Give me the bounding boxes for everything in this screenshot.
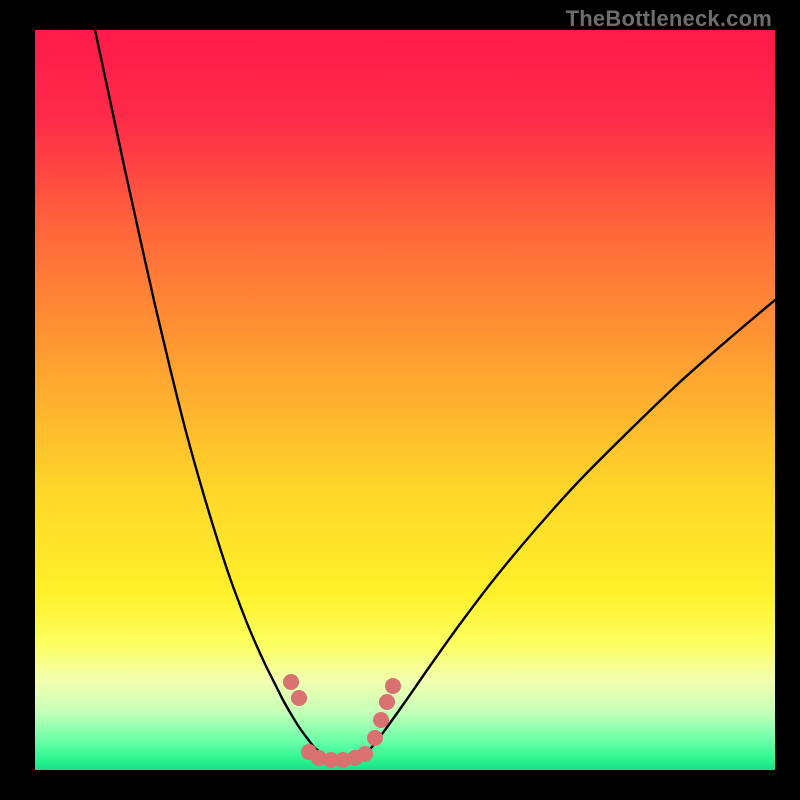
data-point-marker	[373, 712, 389, 728]
data-point-marker	[357, 746, 373, 762]
data-point-marker	[367, 730, 383, 746]
data-point-marker	[283, 674, 299, 690]
marker-group	[283, 674, 401, 768]
chart-frame: TheBottleneck.com	[0, 0, 800, 800]
data-point-marker	[379, 694, 395, 710]
data-point-marker	[291, 690, 307, 706]
data-point-marker	[385, 678, 401, 694]
curve-layer	[35, 30, 775, 770]
plot-area	[35, 30, 775, 770]
bottleneck-curve	[95, 30, 775, 760]
watermark-text: TheBottleneck.com	[566, 6, 772, 32]
